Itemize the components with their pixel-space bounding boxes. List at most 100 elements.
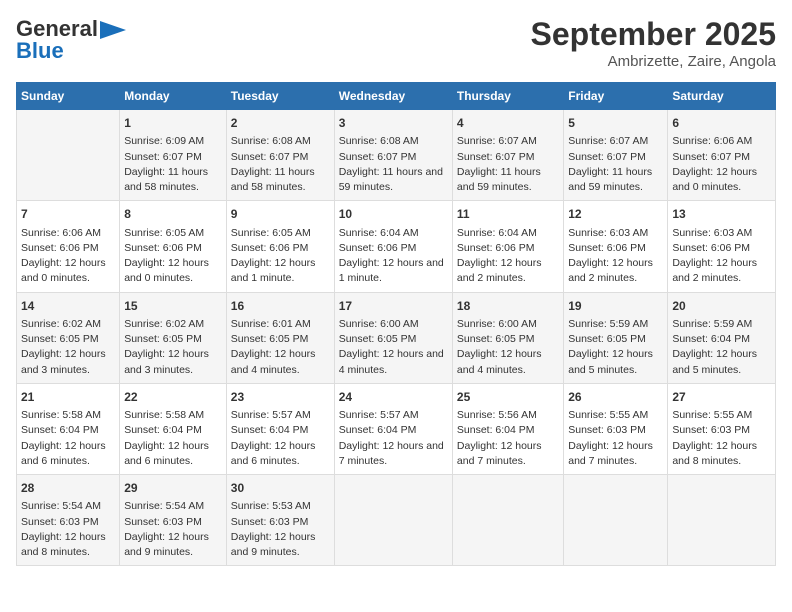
calendar-cell: 24Sunrise: 5:57 AMSunset: 6:04 PMDayligh… bbox=[334, 383, 452, 474]
sunrise: Sunrise: 6:03 AM bbox=[568, 227, 648, 239]
day-number: 2 bbox=[231, 115, 330, 132]
sunrise: Sunrise: 6:02 AM bbox=[21, 318, 101, 330]
sunrise: Sunrise: 5:55 AM bbox=[568, 409, 648, 421]
sunrise: Sunrise: 6:07 AM bbox=[457, 135, 537, 147]
sunrise: Sunrise: 5:57 AM bbox=[339, 409, 419, 421]
sunrise: Sunrise: 6:05 AM bbox=[231, 227, 311, 239]
sunset: Sunset: 6:06 PM bbox=[672, 242, 750, 254]
sunrise: Sunrise: 5:54 AM bbox=[124, 500, 204, 512]
daylight: Daylight: 12 hours and 2 minutes. bbox=[672, 257, 757, 284]
sunset: Sunset: 6:04 PM bbox=[21, 424, 99, 436]
calendar-week-5: 28 Sunrise: 5:54 AM Sunset: 6:03 PM Dayligh… bbox=[17, 475, 776, 566]
daylight: Daylight: 11 hours and 59 minutes. bbox=[457, 166, 541, 193]
sunset: Sunset: 6:04 PM bbox=[339, 424, 417, 436]
logo-blue-text: Blue bbox=[16, 38, 64, 64]
sunrise: Sunrise: 5:55 AM bbox=[672, 409, 752, 421]
sunrise: Sunrise: 6:05 AM bbox=[124, 227, 204, 239]
calendar-cell: 26Sunrise: 5:55 AMSunset: 6:03 PMDayligh… bbox=[564, 383, 668, 474]
calendar-cell: 28 Sunrise: 5:54 AM Sunset: 6:03 PM Dayligh… bbox=[17, 475, 120, 566]
sunset: Sunset: 6:05 PM bbox=[457, 333, 535, 345]
sunset: Sunset: 6:07 PM bbox=[231, 151, 309, 163]
sunset: Sunset: 6:05 PM bbox=[568, 333, 646, 345]
day-number: 15 bbox=[124, 298, 222, 315]
daylight: Daylight: 12 hours and 6 minutes. bbox=[21, 440, 106, 467]
sunset: Sunset: 6:07 PM bbox=[124, 151, 202, 163]
sunrise: Sunrise: 6:09 AM bbox=[124, 135, 204, 147]
calendar-cell: 7Sunrise: 6:06 AMSunset: 6:06 PMDaylight… bbox=[17, 201, 120, 292]
daylight: Daylight: 11 hours and 59 minutes. bbox=[339, 166, 443, 193]
calendar-cell: 19Sunrise: 5:59 AMSunset: 6:05 PMDayligh… bbox=[564, 292, 668, 383]
sunrise: Sunrise: 5:56 AM bbox=[457, 409, 537, 421]
daylight: Daylight: 12 hours and 7 minutes. bbox=[339, 440, 444, 467]
day-number: 26 bbox=[568, 389, 663, 406]
sunset: Sunset: 6:04 PM bbox=[231, 424, 309, 436]
sunset: Sunset: 6:03 PM bbox=[124, 516, 202, 528]
day-number: 22 bbox=[124, 389, 222, 406]
sunset: Sunset: 6:06 PM bbox=[231, 242, 309, 254]
daylight: Daylight: 12 hours and 0 minutes. bbox=[21, 257, 106, 284]
header-tuesday: Tuesday bbox=[226, 83, 334, 110]
calendar-cell: 13Sunrise: 6:03 AMSunset: 6:06 PMDayligh… bbox=[668, 201, 776, 292]
sunrise: Sunrise: 5:59 AM bbox=[568, 318, 648, 330]
sunrise: Sunrise: 6:07 AM bbox=[568, 135, 648, 147]
sunset: Sunset: 6:06 PM bbox=[339, 242, 417, 254]
sunrise: Sunrise: 6:02 AM bbox=[124, 318, 204, 330]
daylight: Daylight: 12 hours and 4 minutes. bbox=[231, 348, 316, 375]
calendar-cell: 5Sunrise: 6:07 AMSunset: 6:07 PMDaylight… bbox=[564, 110, 668, 201]
sunset: Sunset: 6:07 PM bbox=[568, 151, 646, 163]
calendar-cell: 30Sunrise: 5:53 AMSunset: 6:03 PMDayligh… bbox=[226, 475, 334, 566]
sunrise: Sunrise: 5:59 AM bbox=[672, 318, 752, 330]
daylight: Daylight: 12 hours and 7 minutes. bbox=[568, 440, 653, 467]
sunset: Sunset: 6:07 PM bbox=[457, 151, 535, 163]
daylight: Daylight: 11 hours and 58 minutes. bbox=[231, 166, 315, 193]
sunset: Sunset: 6:03 PM bbox=[231, 516, 309, 528]
sunset: Sunset: 6:07 PM bbox=[672, 151, 750, 163]
calendar-cell bbox=[17, 110, 120, 201]
calendar-cell bbox=[452, 475, 563, 566]
day-number: 6 bbox=[672, 115, 771, 132]
sunset: Sunset: 6:05 PM bbox=[124, 333, 202, 345]
sunrise: Sunrise: 6:04 AM bbox=[339, 227, 419, 239]
sunset: Sunset: 6:04 PM bbox=[457, 424, 535, 436]
day-number: 1 bbox=[124, 115, 222, 132]
calendar-cell bbox=[668, 475, 776, 566]
header-sunday: Sunday bbox=[17, 83, 120, 110]
day-number: 9 bbox=[231, 206, 330, 223]
calendar-cell: 27Sunrise: 5:55 AMSunset: 6:03 PMDayligh… bbox=[668, 383, 776, 474]
day-number: 29 bbox=[124, 480, 222, 497]
day-number: 28 bbox=[21, 480, 115, 497]
calendar-cell bbox=[564, 475, 668, 566]
calendar-cell: 20Sunrise: 5:59 AMSunset: 6:04 PMDayligh… bbox=[668, 292, 776, 383]
daylight: Daylight: 12 hours and 3 minutes. bbox=[124, 348, 209, 375]
calendar-cell: 8Sunrise: 6:05 AMSunset: 6:06 PMDaylight… bbox=[120, 201, 227, 292]
header-friday: Friday bbox=[564, 83, 668, 110]
title-block: September 2025 Ambrizette, Zaire, Angola bbox=[531, 16, 776, 70]
page-subtitle: Ambrizette, Zaire, Angola bbox=[531, 53, 776, 70]
header-monday: Monday bbox=[120, 83, 227, 110]
sunrise: Sunrise: 5:54 AM bbox=[21, 500, 101, 512]
daylight: Daylight: 12 hours and 6 minutes. bbox=[124, 440, 209, 467]
daylight: Daylight: 12 hours and 1 minute. bbox=[231, 257, 316, 284]
calendar-cell: 15 Sunrise: 6:02 AM Sunset: 6:05 PM Dayligh… bbox=[120, 292, 227, 383]
daylight: Daylight: 12 hours and 8 minutes. bbox=[21, 531, 106, 558]
calendar-cell: 18Sunrise: 6:00 AMSunset: 6:05 PMDayligh… bbox=[452, 292, 563, 383]
day-number: 7 bbox=[21, 206, 115, 223]
sunrise: Sunrise: 6:08 AM bbox=[339, 135, 419, 147]
day-number: 27 bbox=[672, 389, 771, 406]
sunset: Sunset: 6:06 PM bbox=[457, 242, 535, 254]
logo-arrow-icon bbox=[100, 21, 126, 39]
sunset: Sunset: 6:03 PM bbox=[21, 516, 99, 528]
day-number: 4 bbox=[457, 115, 559, 132]
sunrise: Sunrise: 5:58 AM bbox=[21, 409, 101, 421]
calendar-cell: 9 Sunrise: 6:05 AM Sunset: 6:06 PM Daylight… bbox=[226, 201, 334, 292]
daylight: Daylight: 12 hours and 5 minutes. bbox=[568, 348, 653, 375]
calendar-cell: 22Sunrise: 5:58 AMSunset: 6:04 PMDayligh… bbox=[120, 383, 227, 474]
header-thursday: Thursday bbox=[452, 83, 563, 110]
day-number: 5 bbox=[568, 115, 663, 132]
calendar-week-1: 1 Sunrise: 6:09 AM Sunset: 6:07 PM Daylight… bbox=[17, 110, 776, 201]
daylight: Daylight: 12 hours and 0 minutes. bbox=[672, 166, 757, 193]
calendar-week-2: 7Sunrise: 6:06 AMSunset: 6:06 PMDaylight… bbox=[17, 201, 776, 292]
sunrise: Sunrise: 5:58 AM bbox=[124, 409, 204, 421]
calendar-cell: 21Sunrise: 5:58 AMSunset: 6:04 PMDayligh… bbox=[17, 383, 120, 474]
day-number: 30 bbox=[231, 480, 330, 497]
